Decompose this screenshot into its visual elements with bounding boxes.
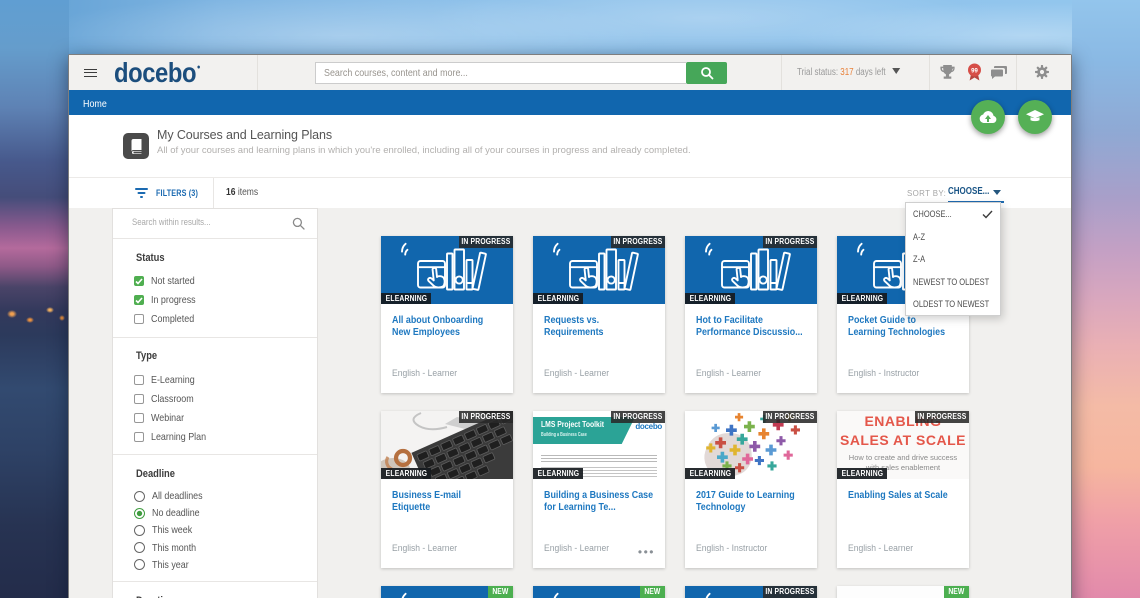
svg-text:99: 99 — [971, 68, 978, 74]
